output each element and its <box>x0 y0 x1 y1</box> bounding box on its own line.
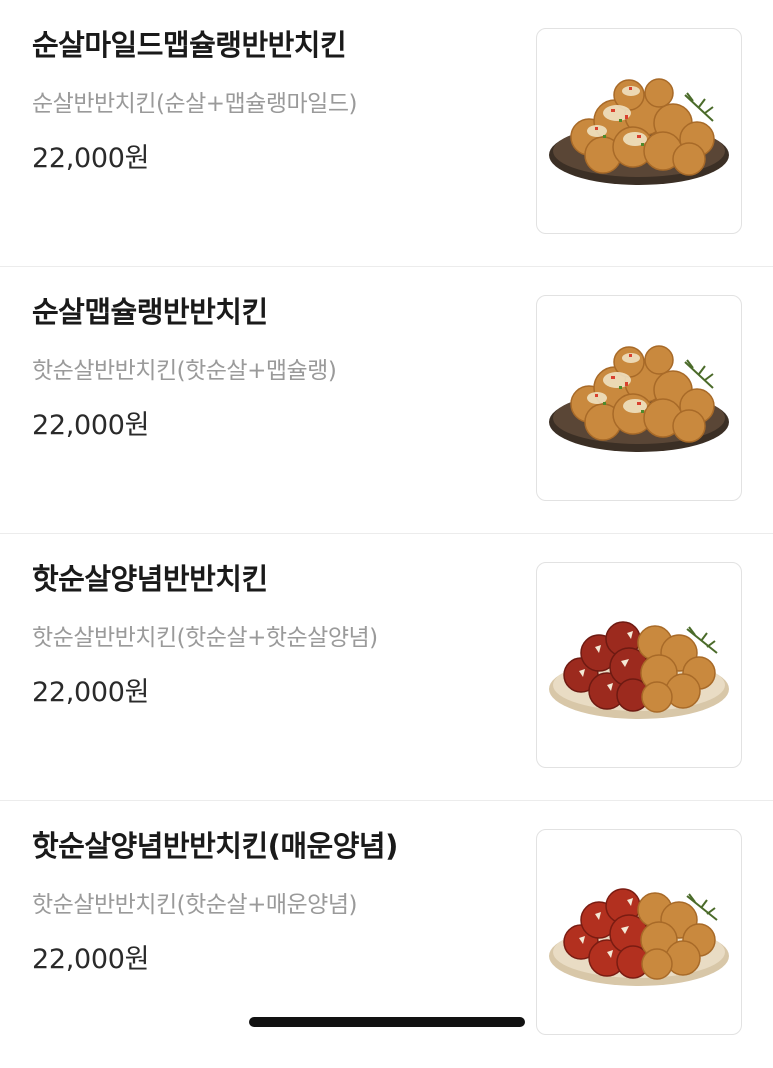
menu-item-price: 22,000원 <box>32 944 150 975</box>
menu-item[interactable]: 순살맵슐랭반반치킨 핫순살반반치킨(핫순살+맵슐랭) 22,000원 <box>0 267 773 534</box>
menu-item-name: 핫순살양념반반치킨 <box>32 562 268 596</box>
menu-item-photo[interactable] <box>536 295 742 501</box>
menu-item-name: 핫순살양념반반치킨(매운양념) <box>32 829 398 863</box>
fried-chicken-photo <box>549 78 729 185</box>
menu-item-photo[interactable] <box>536 562 742 768</box>
menu-item[interactable]: 순살마일드맵슐랭반반치킨 순살반반치킨(순살+맵슐랭마일드) 22,000원 <box>0 0 773 267</box>
menu-item-name: 순살마일드맵슐랭반반치킨 <box>32 28 347 62</box>
menu-item-description: 순살반반치킨(순살+맵슐랭마일드) <box>32 91 357 117</box>
spicy-seasoned-chicken-photo <box>549 888 729 986</box>
menu-item[interactable]: 핫순살양념반반치킨 핫순살반반치킨(핫순살+핫순살양념) 22,000원 <box>0 534 773 801</box>
menu-item-photo[interactable] <box>536 829 742 1035</box>
seasoned-chicken-photo <box>549 621 729 719</box>
menu-item-description: 핫순살반반치킨(핫순살+맵슐랭) <box>32 358 337 384</box>
menu-item-description: 핫순살반반치킨(핫순살+핫순살양념) <box>32 625 378 651</box>
menu-item-description: 핫순살반반치킨(핫순살+매운양념) <box>32 892 357 918</box>
menu-item[interactable]: 핫순살양념반반치킨(매운양념) 핫순살반반치킨(핫순살+매운양념) 22,000… <box>0 801 773 1068</box>
home-indicator[interactable] <box>249 1017 525 1027</box>
menu-item-name: 순살맵슐랭반반치킨 <box>32 295 268 329</box>
menu-item-price: 22,000원 <box>32 143 150 174</box>
fried-chicken-photo <box>549 345 729 452</box>
menu-item-price: 22,000원 <box>32 410 150 441</box>
menu-item-photo[interactable] <box>536 28 742 234</box>
menu-list: 순살마일드맵슐랭반반치킨 순살반반치킨(순살+맵슐랭마일드) 22,000원 순… <box>0 0 773 1068</box>
menu-item-price: 22,000원 <box>32 677 150 708</box>
